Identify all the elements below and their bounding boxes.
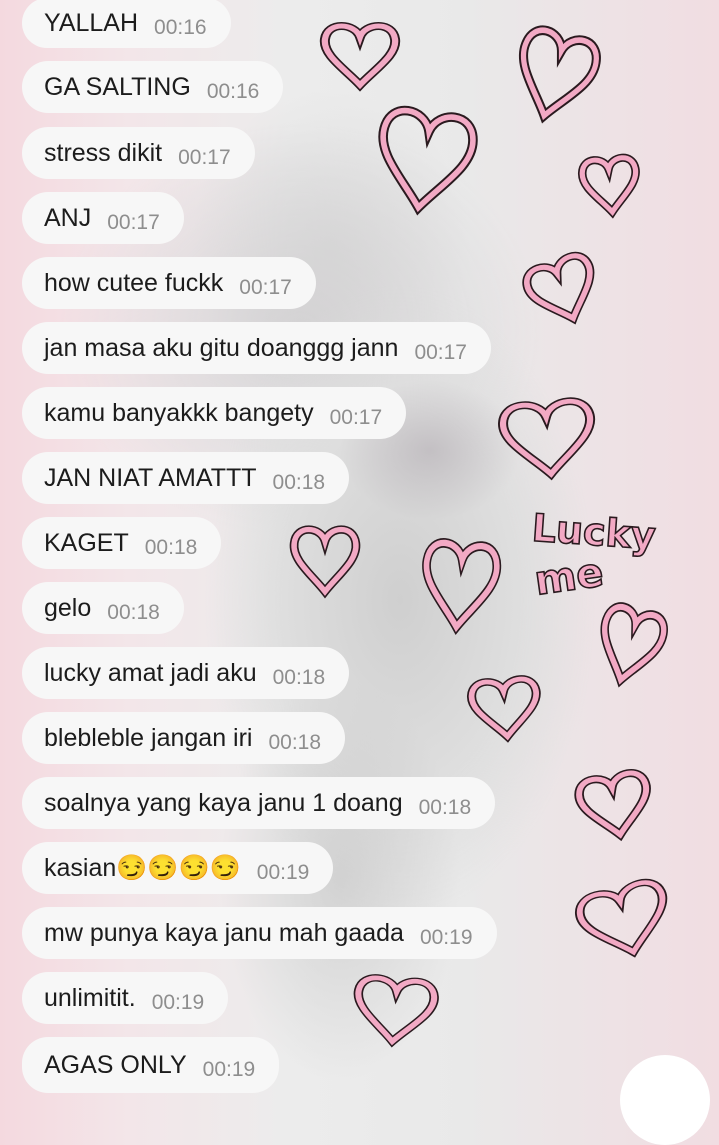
heart-doodles-overlay: Lucky me — [0, 0, 719, 1095]
heart-doodle-icon — [501, 400, 594, 478]
doodle-text-lucky-me: Lucky me — [530, 505, 658, 606]
heart-doodle-icon — [509, 26, 601, 125]
heart-doodle-icon — [577, 771, 654, 841]
heart-doodle-icon — [294, 530, 356, 592]
heart-doodle-icon — [421, 541, 498, 629]
heart-doodle-icon — [581, 157, 639, 215]
heart-doodle-icon — [354, 976, 435, 1044]
heart-doodle-icon — [592, 604, 667, 688]
heart-doodle-icon — [523, 252, 604, 330]
heart-doodle-icon — [576, 878, 674, 963]
heart-doodle-icon — [374, 108, 476, 214]
doodle-text-line2: me — [532, 550, 607, 605]
heart-doodle-icon — [325, 26, 395, 85]
scroll-down-button[interactable] — [620, 1055, 710, 1145]
heart-doodle-icon — [470, 678, 539, 739]
